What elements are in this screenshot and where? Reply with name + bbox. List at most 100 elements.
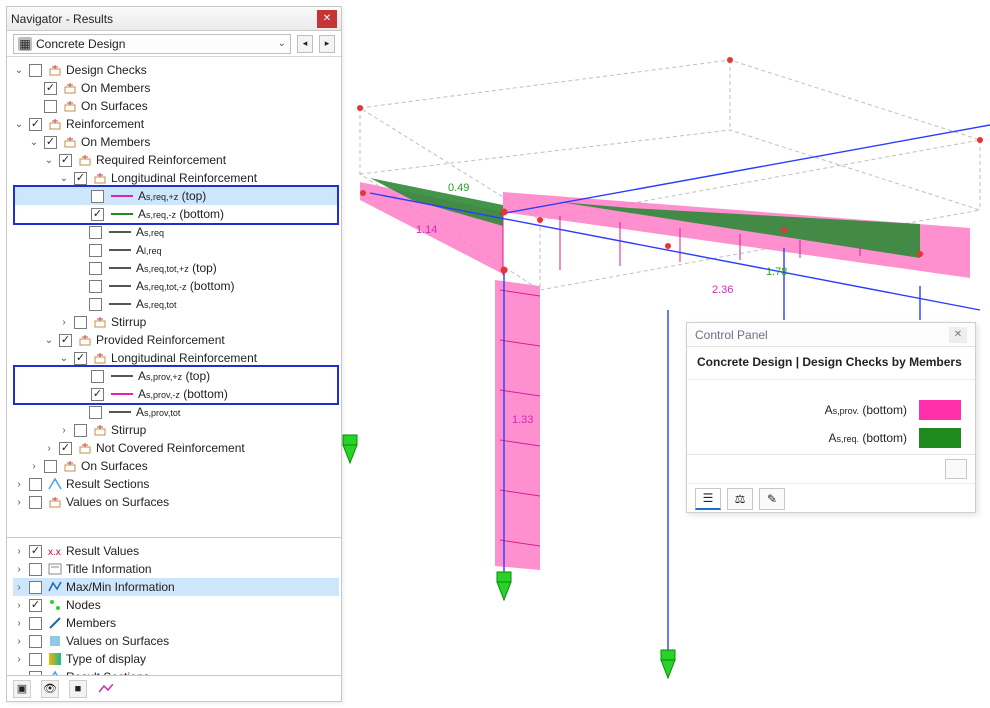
- tree-item[interactable]: ›Stirrup: [13, 421, 339, 439]
- tree-checkbox[interactable]: [89, 406, 102, 419]
- tree-caret[interactable]: ⌄: [13, 65, 25, 76]
- tree-item[interactable]: ›Members: [13, 614, 339, 632]
- tree-caret[interactable]: ⌄: [43, 335, 55, 346]
- panel-titlebar[interactable]: Navigator - Results ✕: [7, 7, 341, 31]
- tree-item[interactable]: ·On Members: [13, 79, 339, 97]
- views-icon[interactable]: ▣: [13, 680, 31, 698]
- eye-icon[interactable]: 👁: [41, 680, 59, 698]
- tree-item[interactable]: ›Values on Surfaces: [13, 632, 339, 650]
- tree-checkbox[interactable]: [29, 478, 42, 491]
- tree-caret[interactable]: ›: [13, 479, 25, 490]
- tree-item[interactable]: ·As,prov,+z (top): [15, 367, 337, 385]
- tree-checkbox[interactable]: [59, 334, 72, 347]
- tree-checkbox[interactable]: [29, 496, 42, 509]
- tree-checkbox[interactable]: [74, 352, 87, 365]
- tree-item[interactable]: ⌄On Members: [13, 133, 339, 151]
- tab-edit-icon[interactable]: ✎: [759, 488, 785, 510]
- control-panel-titlebar[interactable]: Control Panel ✕: [687, 323, 975, 347]
- tree-caret[interactable]: ›: [13, 564, 25, 575]
- tree-checkbox[interactable]: [74, 172, 87, 185]
- tree-checkbox[interactable]: [44, 136, 57, 149]
- tree-caret[interactable]: ›: [13, 636, 25, 647]
- tree-caret[interactable]: ⌄: [13, 119, 25, 130]
- tree-item[interactable]: ›Stirrup: [13, 313, 339, 331]
- tree-item[interactable]: ·As,req,tot,-z (bottom): [13, 277, 339, 295]
- tree-checkbox[interactable]: [29, 653, 42, 666]
- tree-checkbox[interactable]: [29, 635, 42, 648]
- tree-checkbox[interactable]: [89, 262, 102, 275]
- tree-checkbox[interactable]: [74, 316, 87, 329]
- tree-item[interactable]: ›Max/Min Information: [13, 578, 339, 596]
- tree-checkbox[interactable]: [29, 563, 42, 576]
- tree-caret[interactable]: ›: [13, 582, 25, 593]
- tree-item[interactable]: ·On Surfaces: [13, 97, 339, 115]
- tree-item[interactable]: ⌄Reinforcement: [13, 115, 339, 133]
- graph-icon[interactable]: [97, 680, 115, 698]
- tree-checkbox[interactable]: [74, 424, 87, 437]
- tree-checkbox[interactable]: [44, 460, 57, 473]
- tree-caret[interactable]: ›: [13, 546, 25, 557]
- tree-caret[interactable]: ›: [43, 443, 55, 454]
- tree-checkbox[interactable]: [91, 190, 104, 203]
- tree-caret[interactable]: ›: [13, 600, 25, 611]
- tree-item[interactable]: ›x.xResult Values: [13, 542, 339, 560]
- tree-caret[interactable]: ⌄: [58, 173, 70, 184]
- tree-item[interactable]: ·As,prov,tot: [13, 403, 339, 421]
- tree-checkbox[interactable]: [44, 100, 57, 113]
- tree-caret[interactable]: ⌄: [43, 155, 55, 166]
- tree-item[interactable]: ›Result Sections: [13, 668, 339, 675]
- tree-checkbox[interactable]: [59, 154, 72, 167]
- tree-item[interactable]: ⌄Design Checks: [13, 61, 339, 79]
- tree-checkbox[interactable]: [29, 64, 42, 77]
- tree-item[interactable]: ·As,req,tot: [13, 295, 339, 313]
- tree-checkbox[interactable]: [91, 370, 104, 383]
- tree-item[interactable]: ›On Surfaces: [13, 457, 339, 475]
- nav-back-button[interactable]: ◂: [297, 35, 313, 53]
- tree-checkbox[interactable]: [91, 388, 104, 401]
- tree-checkbox[interactable]: [91, 208, 104, 221]
- close-icon[interactable]: ✕: [949, 327, 967, 343]
- tree-checkbox[interactable]: [29, 118, 42, 131]
- tree-caret[interactable]: ›: [13, 618, 25, 629]
- tree-caret[interactable]: ⌄: [28, 137, 40, 148]
- results-tree[interactable]: ⌄Design Checks·On Members·On Surfaces⌄Re…: [7, 57, 341, 537]
- tree-caret[interactable]: ⌄: [58, 353, 70, 364]
- settings-button[interactable]: [945, 459, 967, 479]
- tree-item[interactable]: ›Type of display: [13, 650, 339, 668]
- tree-checkbox[interactable]: [29, 617, 42, 630]
- tree-item[interactable]: ·Al,req: [13, 241, 339, 259]
- tree-item[interactable]: ·As,prov,-z (bottom): [15, 385, 337, 403]
- tree-caret[interactable]: ›: [13, 497, 25, 508]
- tree-item[interactable]: ⌄Required Reinforcement: [13, 151, 339, 169]
- nav-fwd-button[interactable]: ▸: [319, 35, 335, 53]
- tree-checkbox[interactable]: [29, 599, 42, 612]
- tree-checkbox[interactable]: [29, 581, 42, 594]
- camera-icon[interactable]: ■: [69, 680, 87, 698]
- tree-item[interactable]: ·As,req,-z (bottom): [15, 205, 337, 223]
- display-options-tree[interactable]: ›x.xResult Values›Title Information›Max/…: [7, 537, 341, 675]
- tree-item[interactable]: ›Not Covered Reinforcement: [13, 439, 339, 457]
- tree-item[interactable]: ·As,req,tot,+z (top): [13, 259, 339, 277]
- tree-item[interactable]: ›Nodes: [13, 596, 339, 614]
- tree-item[interactable]: ·As,req,+z (top): [15, 187, 337, 205]
- tree-item[interactable]: ›Values on Surfaces: [13, 493, 339, 511]
- tree-checkbox[interactable]: [89, 298, 102, 311]
- tree-caret[interactable]: ›: [58, 425, 70, 436]
- tree-item[interactable]: ›Title Information: [13, 560, 339, 578]
- tab-balance-icon[interactable]: ⚖: [727, 488, 753, 510]
- tree-checkbox[interactable]: [29, 545, 42, 558]
- close-button[interactable]: ✕: [317, 10, 337, 28]
- tree-caret[interactable]: ›: [13, 654, 25, 665]
- tree-checkbox[interactable]: [59, 442, 72, 455]
- tree-item[interactable]: ⌄Provided Reinforcement: [13, 331, 339, 349]
- tab-list-icon[interactable]: ☰: [695, 488, 721, 510]
- tree-item[interactable]: ·As,req: [13, 223, 339, 241]
- tree-checkbox[interactable]: [44, 82, 57, 95]
- tree-item[interactable]: ›Result Sections: [13, 475, 339, 493]
- tree-checkbox[interactable]: [89, 226, 102, 239]
- control-panel[interactable]: Control Panel ✕ Concrete Design | Design…: [686, 322, 976, 513]
- category-combo[interactable]: ▦ Concrete Design ⌄: [13, 34, 291, 54]
- tree-checkbox[interactable]: [89, 280, 102, 293]
- tree-caret[interactable]: ›: [28, 461, 40, 472]
- tree-caret[interactable]: ›: [58, 317, 70, 328]
